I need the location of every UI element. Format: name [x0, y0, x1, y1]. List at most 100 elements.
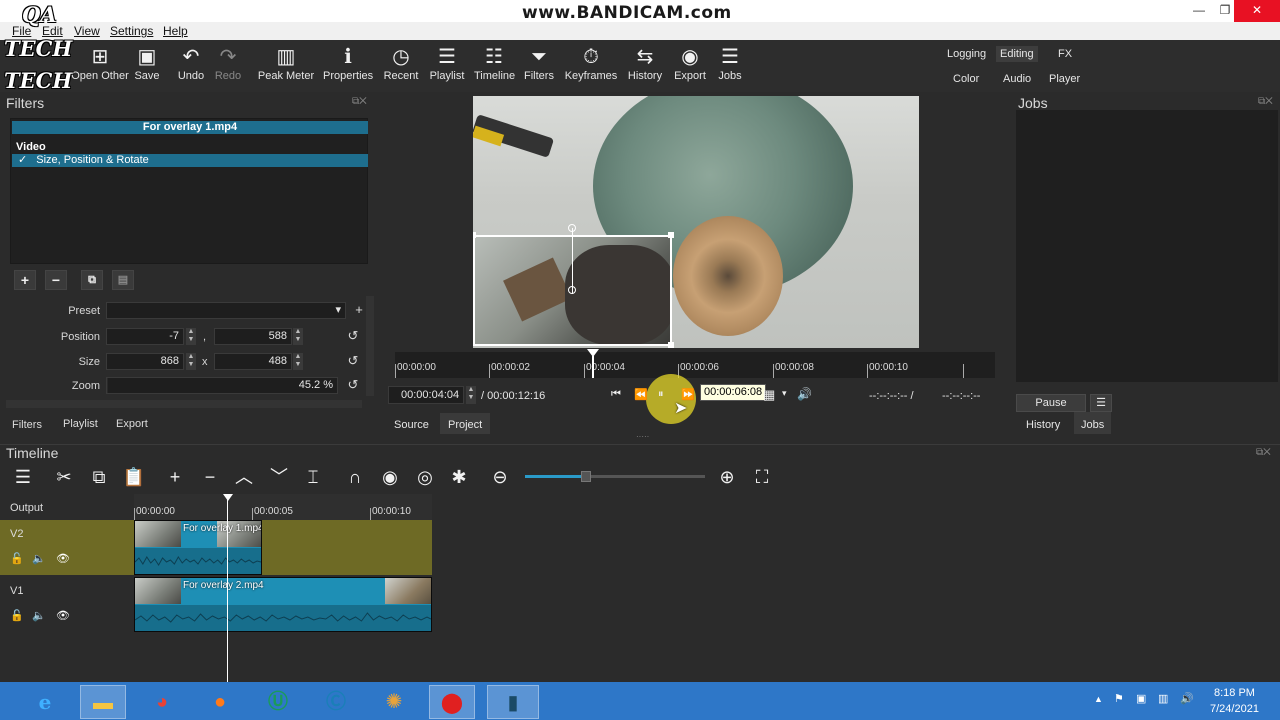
splitter-grip-icon[interactable]: ····· — [636, 432, 649, 441]
player-scrubber[interactable]: 00:00:00 00:00:02 00:00:04 00:00:06 00:0… — [395, 352, 995, 378]
position-x-field[interactable]: -7 — [106, 328, 184, 345]
timeline-button[interactable]: ☷ Timeline — [474, 44, 515, 82]
redo-button[interactable]: ↷ Redo — [212, 44, 244, 82]
filter-enabled-checkbox[interactable]: ✓ — [18, 154, 27, 166]
overlay-corner-handle-tr[interactable] — [668, 232, 674, 238]
zoom-in-icon[interactable]: ⊕ — [714, 465, 740, 489]
track-header-v2[interactable]: V2 🔓 🔈 👁 — [0, 520, 134, 575]
split-icon[interactable]: ⌶ — [300, 465, 326, 489]
filters-hscrollbar[interactable] — [6, 400, 362, 408]
timeline-ruler[interactable]: 00:00:00 00:00:05 00:00:10 — [134, 494, 432, 520]
eye-icon[interactable]: 👁 — [56, 609, 70, 622]
mute-icon[interactable]: 🔈 — [32, 609, 46, 622]
jobs-button[interactable]: ☰ Jobs — [716, 44, 744, 82]
menu-help[interactable]: Help — [163, 24, 188, 38]
timeline-zoom-slider[interactable] — [525, 471, 705, 482]
pause-icon[interactable]: ⏸ — [658, 388, 664, 401]
save-preset-icon[interactable]: + — [351, 302, 367, 318]
tray-volume-icon[interactable]: 🔊 — [1180, 692, 1194, 705]
firefox-icon[interactable]: ● — [197, 685, 243, 719]
lift-icon[interactable]: ︿ — [231, 465, 257, 489]
grid-icon[interactable]: ▦ — [763, 387, 775, 403]
layout-logging[interactable]: Logging — [947, 48, 986, 60]
tab-project[interactable]: Project — [440, 413, 491, 434]
remove-icon[interactable]: − — [197, 465, 223, 489]
snap-magnet-icon[interactable]: ∩ — [342, 465, 368, 489]
properties-button[interactable]: ℹ Properties — [323, 44, 373, 82]
overwrite-icon[interactable]: ﹀ — [266, 465, 292, 489]
file-explorer-icon[interactable]: ▬ — [80, 685, 126, 719]
skip-previous-icon[interactable]: ⏮ — [611, 388, 621, 401]
tray-date[interactable]: 7/24/2021 — [1210, 703, 1259, 715]
peak-meter-button[interactable]: ▥ Peak Meter — [256, 44, 316, 82]
pause-jobs-button[interactable]: Pause — [1016, 394, 1086, 412]
keyframes-button[interactable]: ⏱ Keyframes — [564, 44, 618, 82]
panel-float-close-icon[interactable]: ⧉✕ — [352, 96, 367, 107]
shotcut-icon[interactable]: ✺ — [371, 685, 417, 719]
layout-audio[interactable]: Audio — [1003, 73, 1031, 85]
rewind-icon[interactable]: ⏪ — [634, 388, 648, 401]
bandicam-icon[interactable]: ⬤ — [429, 685, 475, 719]
filter-item-size-position-rotate[interactable]: ✓ Size, Position & Rotate — [12, 154, 368, 167]
zoom-fit-icon[interactable]: ⛶ — [749, 465, 775, 489]
filters-button[interactable]: ⏷ Filters — [522, 44, 556, 82]
zoom-slider[interactable]: 45.2 % — [106, 377, 338, 394]
tab-playlist[interactable]: Playlist — [63, 418, 98, 430]
timeline-playhead-marker[interactable] — [223, 494, 233, 501]
paste-icon[interactable]: 📋 — [121, 465, 147, 489]
layout-editing[interactable]: Editing — [996, 46, 1038, 62]
overlay-top-handle[interactable] — [568, 224, 576, 232]
copy-filter-button[interactable]: ⧉ — [81, 270, 103, 290]
size-height-spinner[interactable]: ▲ ▼ — [293, 353, 303, 370]
lock-icon[interactable]: 🔓 — [10, 609, 24, 622]
ripple-all-icon[interactable]: ✱ — [446, 465, 472, 489]
overlay-center-handle[interactable] — [568, 286, 576, 294]
c-app-icon[interactable]: Ⓒ — [313, 685, 359, 719]
overlay-corner-handle-br[interactable] — [668, 342, 674, 348]
mute-icon[interactable]: 🔈 — [32, 552, 46, 565]
recent-button[interactable]: ◷ Recent — [382, 44, 420, 82]
lock-icon[interactable]: 🔓 — [10, 552, 24, 565]
add-filter-button[interactable]: + — [14, 270, 36, 290]
tray-expand-icon[interactable]: ▲ — [1094, 694, 1103, 704]
clip-v2[interactable]: For overlay 1.mp4 — [134, 520, 262, 575]
reset-position-icon[interactable]: ↺ — [345, 328, 361, 344]
zoom-slider-knob[interactable] — [581, 471, 591, 482]
tab-source[interactable]: Source — [394, 419, 429, 431]
size-height-field[interactable]: 488 — [214, 353, 292, 370]
jobs-float-close-icon[interactable]: ⧉✕ — [1258, 96, 1273, 107]
paste-filter-button[interactable]: ▤ — [112, 270, 134, 290]
tray-network-icon[interactable]: ▥ — [1158, 692, 1168, 705]
filters-scrollbar[interactable] — [366, 296, 374, 396]
current-time-field[interactable]: 00:00:04:04 — [388, 386, 464, 404]
append-icon[interactable]: + — [162, 465, 188, 489]
timeline-menu-icon[interactable]: ☰ — [10, 465, 36, 489]
open-other-button[interactable]: ⊞ Open Other — [70, 44, 130, 82]
menu-view[interactable]: View — [74, 24, 100, 38]
u-app-icon[interactable]: Ⓤ — [255, 685, 301, 719]
timeline-float-close-icon[interactable]: ⧉✕ — [1256, 447, 1271, 458]
remove-filter-button[interactable]: − — [45, 270, 67, 290]
reset-zoom-icon[interactable]: ↺ — [345, 377, 361, 393]
save-button[interactable]: ▣ Save — [132, 44, 162, 82]
position-x-spinner[interactable]: ▲ ▼ — [186, 328, 196, 345]
close-button[interactable]: ✕ — [1234, 0, 1280, 22]
current-time-spinner[interactable]: ▲ ▼ — [466, 386, 476, 404]
scrub-eye-icon[interactable]: ◉ — [377, 465, 403, 489]
copy-icon[interactable]: ⧉ — [86, 465, 112, 489]
position-y-spinner[interactable]: ▲ ▼ — [293, 328, 303, 345]
tray-flag-icon[interactable]: ⚑ — [1114, 692, 1124, 705]
ripple-icon[interactable]: ◎ — [412, 465, 438, 489]
size-width-field[interactable]: 868 — [106, 353, 184, 370]
export-button[interactable]: ◉ Export — [672, 44, 708, 82]
grid-dropdown-icon[interactable]: ▾ — [782, 388, 787, 399]
history-button[interactable]: ⇆ History — [626, 44, 664, 82]
volume-icon[interactable]: 🔊 — [797, 387, 812, 401]
eye-icon[interactable]: 👁 — [56, 552, 70, 565]
size-width-spinner[interactable]: ▲ ▼ — [186, 353, 196, 370]
shotcut-window-icon[interactable]: ▮ — [487, 685, 539, 719]
track-header-v1[interactable]: V1 🔓 🔈 👁 — [0, 577, 134, 632]
reset-size-icon[interactable]: ↺ — [345, 353, 361, 369]
cut-icon[interactable]: ✂ — [51, 465, 77, 489]
chrome-icon[interactable]: ◕ — [139, 685, 185, 719]
